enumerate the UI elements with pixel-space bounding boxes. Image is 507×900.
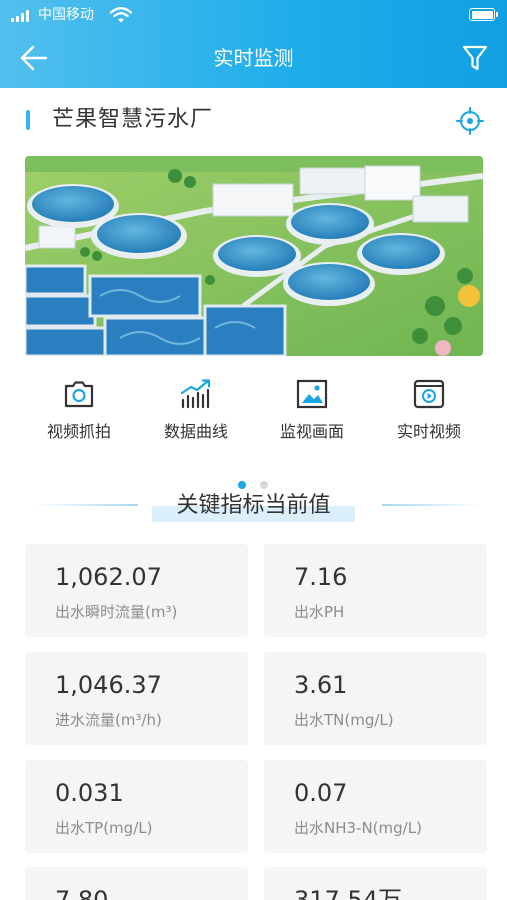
action-live-video[interactable]: 实时视频 bbox=[369, 372, 489, 452]
camera-icon bbox=[64, 381, 94, 408]
metric-value: 7.80 bbox=[55, 886, 109, 900]
action-label: 视频抓拍 bbox=[46, 422, 111, 441]
quick-actions: 视频抓拍 数据曲线 监视画面 实时视频 bbox=[0, 372, 507, 452]
section-divider-right bbox=[382, 504, 484, 506]
plant-aerial-illustration bbox=[25, 156, 483, 356]
nav-bar: 实时监测 bbox=[0, 30, 507, 88]
image-icon bbox=[296, 379, 328, 409]
metric-card[interactable]: 7.80 bbox=[25, 867, 248, 900]
action-video-capture[interactable]: 视频抓拍 bbox=[19, 372, 139, 452]
status-bar: 中国移动 bbox=[0, 0, 507, 30]
metric-value: 0.07 bbox=[294, 779, 348, 807]
metric-card[interactable]: 1,062.07 出水瞬时流量(m³) bbox=[25, 544, 248, 637]
locate-icon[interactable] bbox=[455, 106, 485, 136]
action-label: 数据曲线 bbox=[163, 422, 228, 441]
page-title: 实时监测 bbox=[213, 46, 294, 70]
section-divider-left bbox=[34, 504, 138, 506]
plant-name: 芒果智慧污水厂 bbox=[52, 107, 214, 132]
video-icon bbox=[413, 379, 445, 409]
metric-label: 出水TN(mg/L) bbox=[294, 711, 394, 729]
metric-card[interactable]: 317.54万 bbox=[264, 867, 487, 900]
metric-value: 317.54万 bbox=[294, 886, 402, 900]
metric-label: 出水瞬时流量(m³) bbox=[55, 603, 178, 621]
app-screen: 中国移动 实时监测 芒果智慧污水厂 视频抓拍 数据曲线 监视画面 实时视频 关键… bbox=[0, 0, 507, 900]
action-label: 监视画面 bbox=[279, 422, 344, 441]
metric-card[interactable]: 3.61 出水TN(mg/L) bbox=[264, 652, 487, 745]
metric-value: 1,046.37 bbox=[55, 671, 162, 699]
header-bar: 中国移动 实时监测 bbox=[0, 0, 507, 88]
plant-banner-image[interactable] bbox=[25, 156, 483, 356]
metric-label: 出水PH bbox=[294, 603, 345, 621]
metric-label: 进水流量(m³/h) bbox=[55, 711, 162, 729]
metric-card[interactable]: 1,046.37 进水流量(m³/h) bbox=[25, 652, 248, 745]
wifi-icon bbox=[110, 7, 132, 23]
action-monitor-screen[interactable]: 监视画面 bbox=[252, 372, 372, 452]
metric-value: 3.61 bbox=[294, 671, 348, 699]
metric-label: 出水NH3-N(mg/L) bbox=[294, 819, 422, 837]
plant-selector-row: 芒果智慧污水厂 bbox=[0, 96, 507, 144]
section-title: 关键指标当前值 bbox=[176, 493, 331, 518]
metric-label: 出水TP(mg/L) bbox=[55, 819, 153, 837]
metric-card[interactable]: 0.031 出水TP(mg/L) bbox=[25, 760, 248, 853]
metric-value: 1,062.07 bbox=[55, 563, 162, 591]
action-label: 实时视频 bbox=[396, 422, 461, 441]
filter-icon[interactable] bbox=[457, 41, 493, 75]
chart-icon bbox=[180, 379, 211, 409]
metric-card[interactable]: 7.16 出水PH bbox=[264, 544, 487, 637]
battery-icon bbox=[469, 8, 498, 21]
carrier-name: 中国移动 bbox=[38, 7, 94, 23]
metric-value: 0.031 bbox=[55, 779, 124, 807]
section-header: 关键指标当前值 bbox=[0, 486, 507, 526]
metric-value: 7.16 bbox=[294, 563, 348, 591]
action-data-curve[interactable]: 数据曲线 bbox=[136, 372, 256, 452]
plant-accent-bar bbox=[26, 110, 30, 130]
metric-card[interactable]: 0.07 出水NH3-N(mg/L) bbox=[264, 760, 487, 853]
signal-icon bbox=[11, 10, 33, 22]
